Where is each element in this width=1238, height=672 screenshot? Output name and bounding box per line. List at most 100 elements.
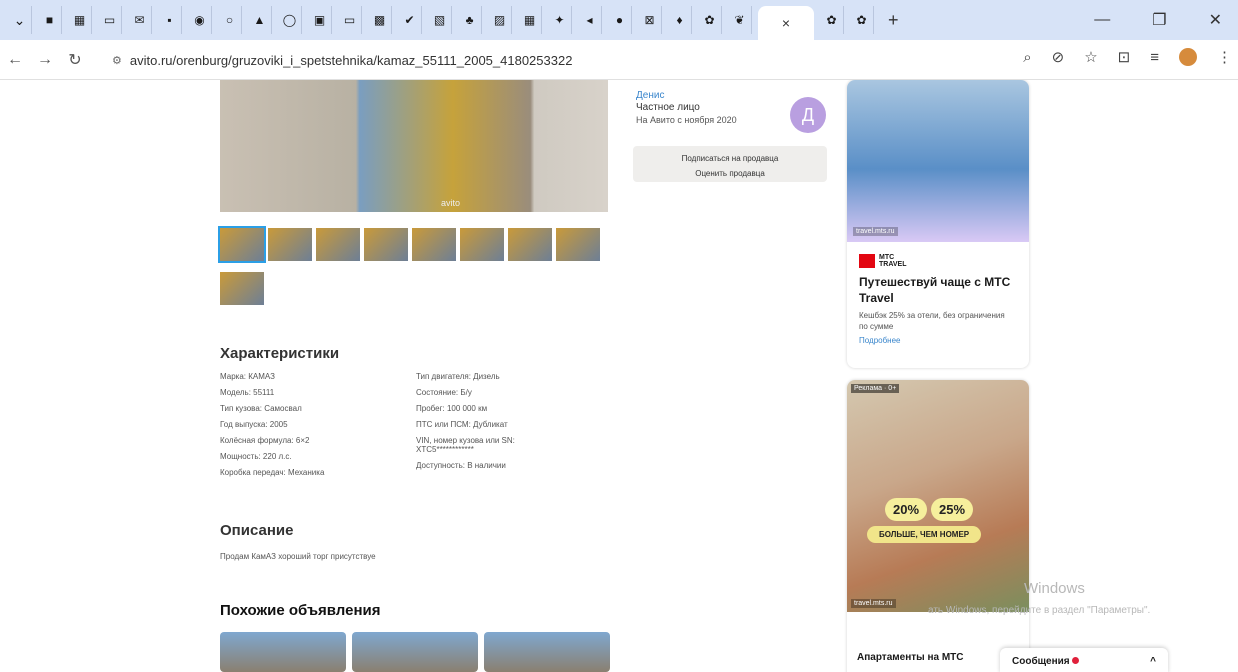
tab-7[interactable]: ○ bbox=[218, 6, 242, 34]
similar-card[interactable] bbox=[352, 632, 478, 672]
seller-avatar[interactable]: Д bbox=[790, 97, 826, 133]
ad-banner: БОЛЬШЕ, ЧЕМ НОМЕР bbox=[867, 526, 982, 543]
tab-9[interactable]: ◯ bbox=[278, 6, 302, 34]
media-icon: ● bbox=[615, 13, 624, 27]
tab-search-icon[interactable]: ⌄ bbox=[8, 6, 32, 34]
site-info-icon[interactable]: ⚙ bbox=[112, 54, 122, 67]
tab-21[interactable]: ⊠ bbox=[638, 6, 662, 34]
zoom-icon[interactable]: ⌕ bbox=[1023, 49, 1031, 66]
thumbnail[interactable] bbox=[268, 228, 312, 261]
ad-card-travel[interactable]: travel.mts.ru МТС TRAVEL Путешествуй чаще… bbox=[847, 80, 1029, 368]
app-icon: ✿ bbox=[704, 13, 715, 27]
close-icon[interactable]: × bbox=[782, 15, 790, 31]
extensions-icon[interactable]: ⊡ bbox=[1118, 48, 1131, 66]
tab-1[interactable]: ■ bbox=[38, 6, 62, 34]
discount-badge: 20% bbox=[885, 498, 928, 521]
pin-icon: ■ bbox=[45, 13, 54, 27]
tab-26[interactable]: ✿ bbox=[850, 6, 874, 34]
reload-icon[interactable]: ↻ bbox=[60, 50, 90, 70]
globe-icon: ✦ bbox=[554, 13, 565, 27]
tab-22[interactable]: ♦ bbox=[668, 6, 692, 34]
tab-23[interactable]: ✿ bbox=[698, 6, 722, 34]
tab-20[interactable]: ● bbox=[608, 6, 632, 34]
thumbnail[interactable] bbox=[220, 272, 264, 305]
thumbnail[interactable] bbox=[218, 226, 266, 263]
browser-icon: ○ bbox=[225, 13, 234, 27]
ad-more-link[interactable]: Подробнее bbox=[859, 336, 1029, 345]
back-icon[interactable]: ← bbox=[0, 51, 30, 69]
description-text: Продам КамАЗ хороший торг присутствуе bbox=[220, 552, 376, 561]
ad-discounts: 20% 25% bbox=[885, 498, 974, 521]
thumbnail[interactable] bbox=[508, 228, 552, 261]
messages-label: Сообщения bbox=[1012, 656, 1079, 667]
char-item: Тип кузова: Самосвал bbox=[220, 404, 302, 413]
characteristics-col-2: Тип двигателя: Дизель Состояние: Б/у Про… bbox=[416, 372, 566, 477]
tab-5[interactable]: ▪ bbox=[158, 6, 182, 34]
ad-photo: Реклама · 0+ 20% 25% БОЛЬШЕ, ЧЕМ НОМЕР t… bbox=[847, 380, 1029, 612]
similar-card[interactable] bbox=[220, 632, 346, 672]
tab-14[interactable]: ▧ bbox=[428, 6, 452, 34]
ad-card-apartments[interactable]: Реклама · 0+ 20% 25% БОЛЬШЕ, ЧЕМ НОМЕР t… bbox=[847, 380, 1029, 672]
tree-icon: ♣ bbox=[465, 13, 474, 27]
tab-strip: ⌄ ■ ▦ ▭ ✉ ▪ ◉ ○ ▲ ◯ ▣ ▭ ▩ ✔ ▧ ♣ ▨ ▦ ✦ ◂ … bbox=[0, 0, 1238, 40]
tab-15[interactable]: ♣ bbox=[458, 6, 482, 34]
thumbnail[interactable] bbox=[364, 228, 408, 261]
char-item: VIN, номер кузова или SN: XTC5**********… bbox=[416, 436, 515, 454]
thumbnail[interactable] bbox=[412, 228, 456, 261]
tab-18[interactable]: ✦ bbox=[548, 6, 572, 34]
tab-10[interactable]: ▣ bbox=[308, 6, 332, 34]
tab-3[interactable]: ▭ bbox=[98, 6, 122, 34]
tab-13[interactable]: ✔ bbox=[398, 6, 422, 34]
char-item: Состояние: Б/у bbox=[416, 388, 472, 397]
eye-off-icon[interactable]: ⊘ bbox=[1052, 48, 1065, 66]
rate-seller-button[interactable]: Оценить продавца bbox=[633, 166, 827, 181]
menu-icon[interactable]: ⋮ bbox=[1217, 48, 1232, 66]
window-icon: ▭ bbox=[343, 13, 356, 27]
tab-24[interactable]: ❦ bbox=[728, 6, 752, 34]
similar-card[interactable] bbox=[484, 632, 610, 672]
address-bar[interactable]: ⚙ avito.ru/orenburg/gruzoviki_i_spetsteh… bbox=[112, 48, 992, 73]
mail-icon: ⊠ bbox=[644, 13, 655, 27]
tab-16[interactable]: ▨ bbox=[488, 6, 512, 34]
chevron-up-icon[interactable]: ^ bbox=[1150, 656, 1156, 667]
tab-17[interactable]: ▦ bbox=[518, 6, 542, 34]
close-window-icon[interactable]: ✕ bbox=[1209, 10, 1222, 30]
shop-icon: ▲ bbox=[253, 13, 266, 27]
tab-12[interactable]: ▩ bbox=[368, 6, 392, 34]
main-photo[interactable]: avito bbox=[220, 80, 608, 212]
char-item: Мощность: 220 л.с. bbox=[220, 452, 292, 461]
browser-toolbar: ← → ↻ ⚙ avito.ru/orenburg/gruzoviki_i_sp… bbox=[0, 40, 1238, 80]
ad-title: Апартаменты на МТС bbox=[857, 652, 964, 663]
tab-11[interactable]: ▭ bbox=[338, 6, 362, 34]
windows-activation-text: ать Windows, перейдите в раздел "Парамет… bbox=[928, 605, 1151, 616]
thumbnail[interactable] bbox=[460, 228, 504, 261]
tab-8[interactable]: ▲ bbox=[248, 6, 272, 34]
char-item: Модель: 55111 bbox=[220, 388, 275, 397]
reading-list-icon[interactable]: ≡ bbox=[1150, 49, 1159, 66]
subscribe-button[interactable]: Подписаться на продавца bbox=[633, 151, 827, 166]
tab-25[interactable]: ✿ bbox=[820, 6, 844, 34]
app-icon: ▧ bbox=[433, 13, 446, 27]
discount-badge: 25% bbox=[931, 498, 974, 521]
tab-2[interactable]: ▦ bbox=[68, 6, 92, 34]
tab-active[interactable]: × bbox=[758, 6, 814, 40]
tab-6[interactable]: ◉ bbox=[188, 6, 212, 34]
leaf-icon: ❦ bbox=[734, 13, 745, 27]
star-icon[interactable]: ☆ bbox=[1084, 48, 1097, 66]
new-tab-button[interactable]: + bbox=[888, 10, 899, 31]
messages-bar[interactable]: Сообщения ^ bbox=[1000, 648, 1168, 672]
char-item: Колёсная формула: 6×2 bbox=[220, 436, 310, 445]
thumbnail[interactable] bbox=[556, 228, 600, 261]
tab-4[interactable]: ✉ bbox=[128, 6, 152, 34]
mail-icon: ✉ bbox=[134, 13, 145, 27]
profile-avatar[interactable] bbox=[1179, 48, 1197, 66]
ad-title: Путешествуй чаще с МТС Travel bbox=[859, 275, 1011, 305]
app-icon: ✿ bbox=[856, 13, 867, 27]
mts-travel-logo: МТС TRAVEL bbox=[859, 254, 1029, 268]
tab-19[interactable]: ◂ bbox=[578, 6, 602, 34]
minimize-icon[interactable]: — bbox=[1094, 11, 1110, 29]
thumbnail[interactable] bbox=[316, 228, 360, 261]
app-icon: ✿ bbox=[826, 13, 837, 27]
forward-icon[interactable]: → bbox=[30, 51, 60, 69]
restore-icon[interactable]: ❐ bbox=[1152, 10, 1166, 30]
